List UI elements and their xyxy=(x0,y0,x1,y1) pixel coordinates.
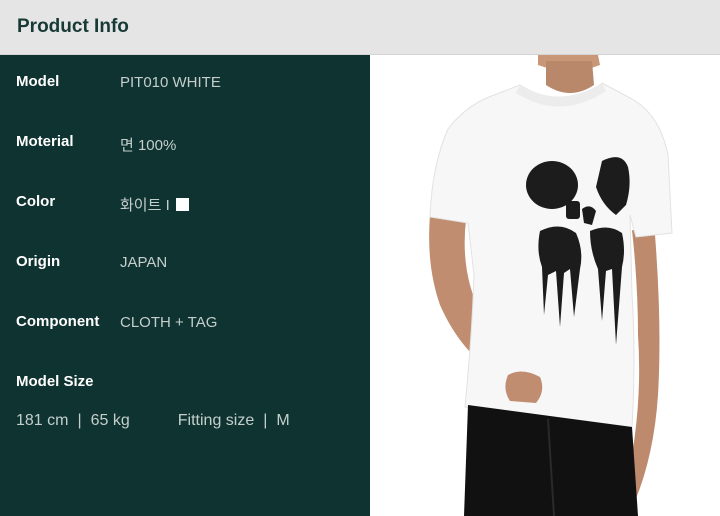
header-bar: Product Info xyxy=(0,0,720,55)
spec-label-color: Color xyxy=(16,193,56,210)
spec-value-origin: JAPAN xyxy=(120,254,168,271)
spec-value-color: 화이트 I xyxy=(120,197,170,214)
spec-label-model-size: Model Size xyxy=(16,373,94,390)
model-size-line: 181 cm | 65 kg Fitting size | M xyxy=(16,412,290,430)
page-title: Product Info xyxy=(17,16,129,37)
spec-label-material: Moterial xyxy=(16,133,74,150)
spec-label-component: Component xyxy=(16,313,100,330)
color-swatch xyxy=(175,198,189,211)
spec-value-color-wrap: 화이트 I xyxy=(120,194,189,215)
model-height: 181 cm xyxy=(16,412,69,429)
spec-label-origin: Origin xyxy=(16,253,61,270)
model-weight: 65 kg xyxy=(90,412,130,429)
fitting-size-label: Fitting size xyxy=(177,412,255,429)
spec-value-component: CLOTH + TAG xyxy=(120,314,218,331)
spec-value-model: PIT010 WHITE xyxy=(120,74,221,91)
divider: | xyxy=(263,412,268,429)
spec-panel: Model PIT010 WHITE Moterial 면 100% Color… xyxy=(0,55,370,516)
divider: | xyxy=(77,412,82,429)
spec-value-material: 면 100% xyxy=(120,137,177,154)
fitting-size-value: M xyxy=(276,412,290,429)
spec-label-model: Model xyxy=(16,73,60,90)
product-photo xyxy=(370,55,720,516)
